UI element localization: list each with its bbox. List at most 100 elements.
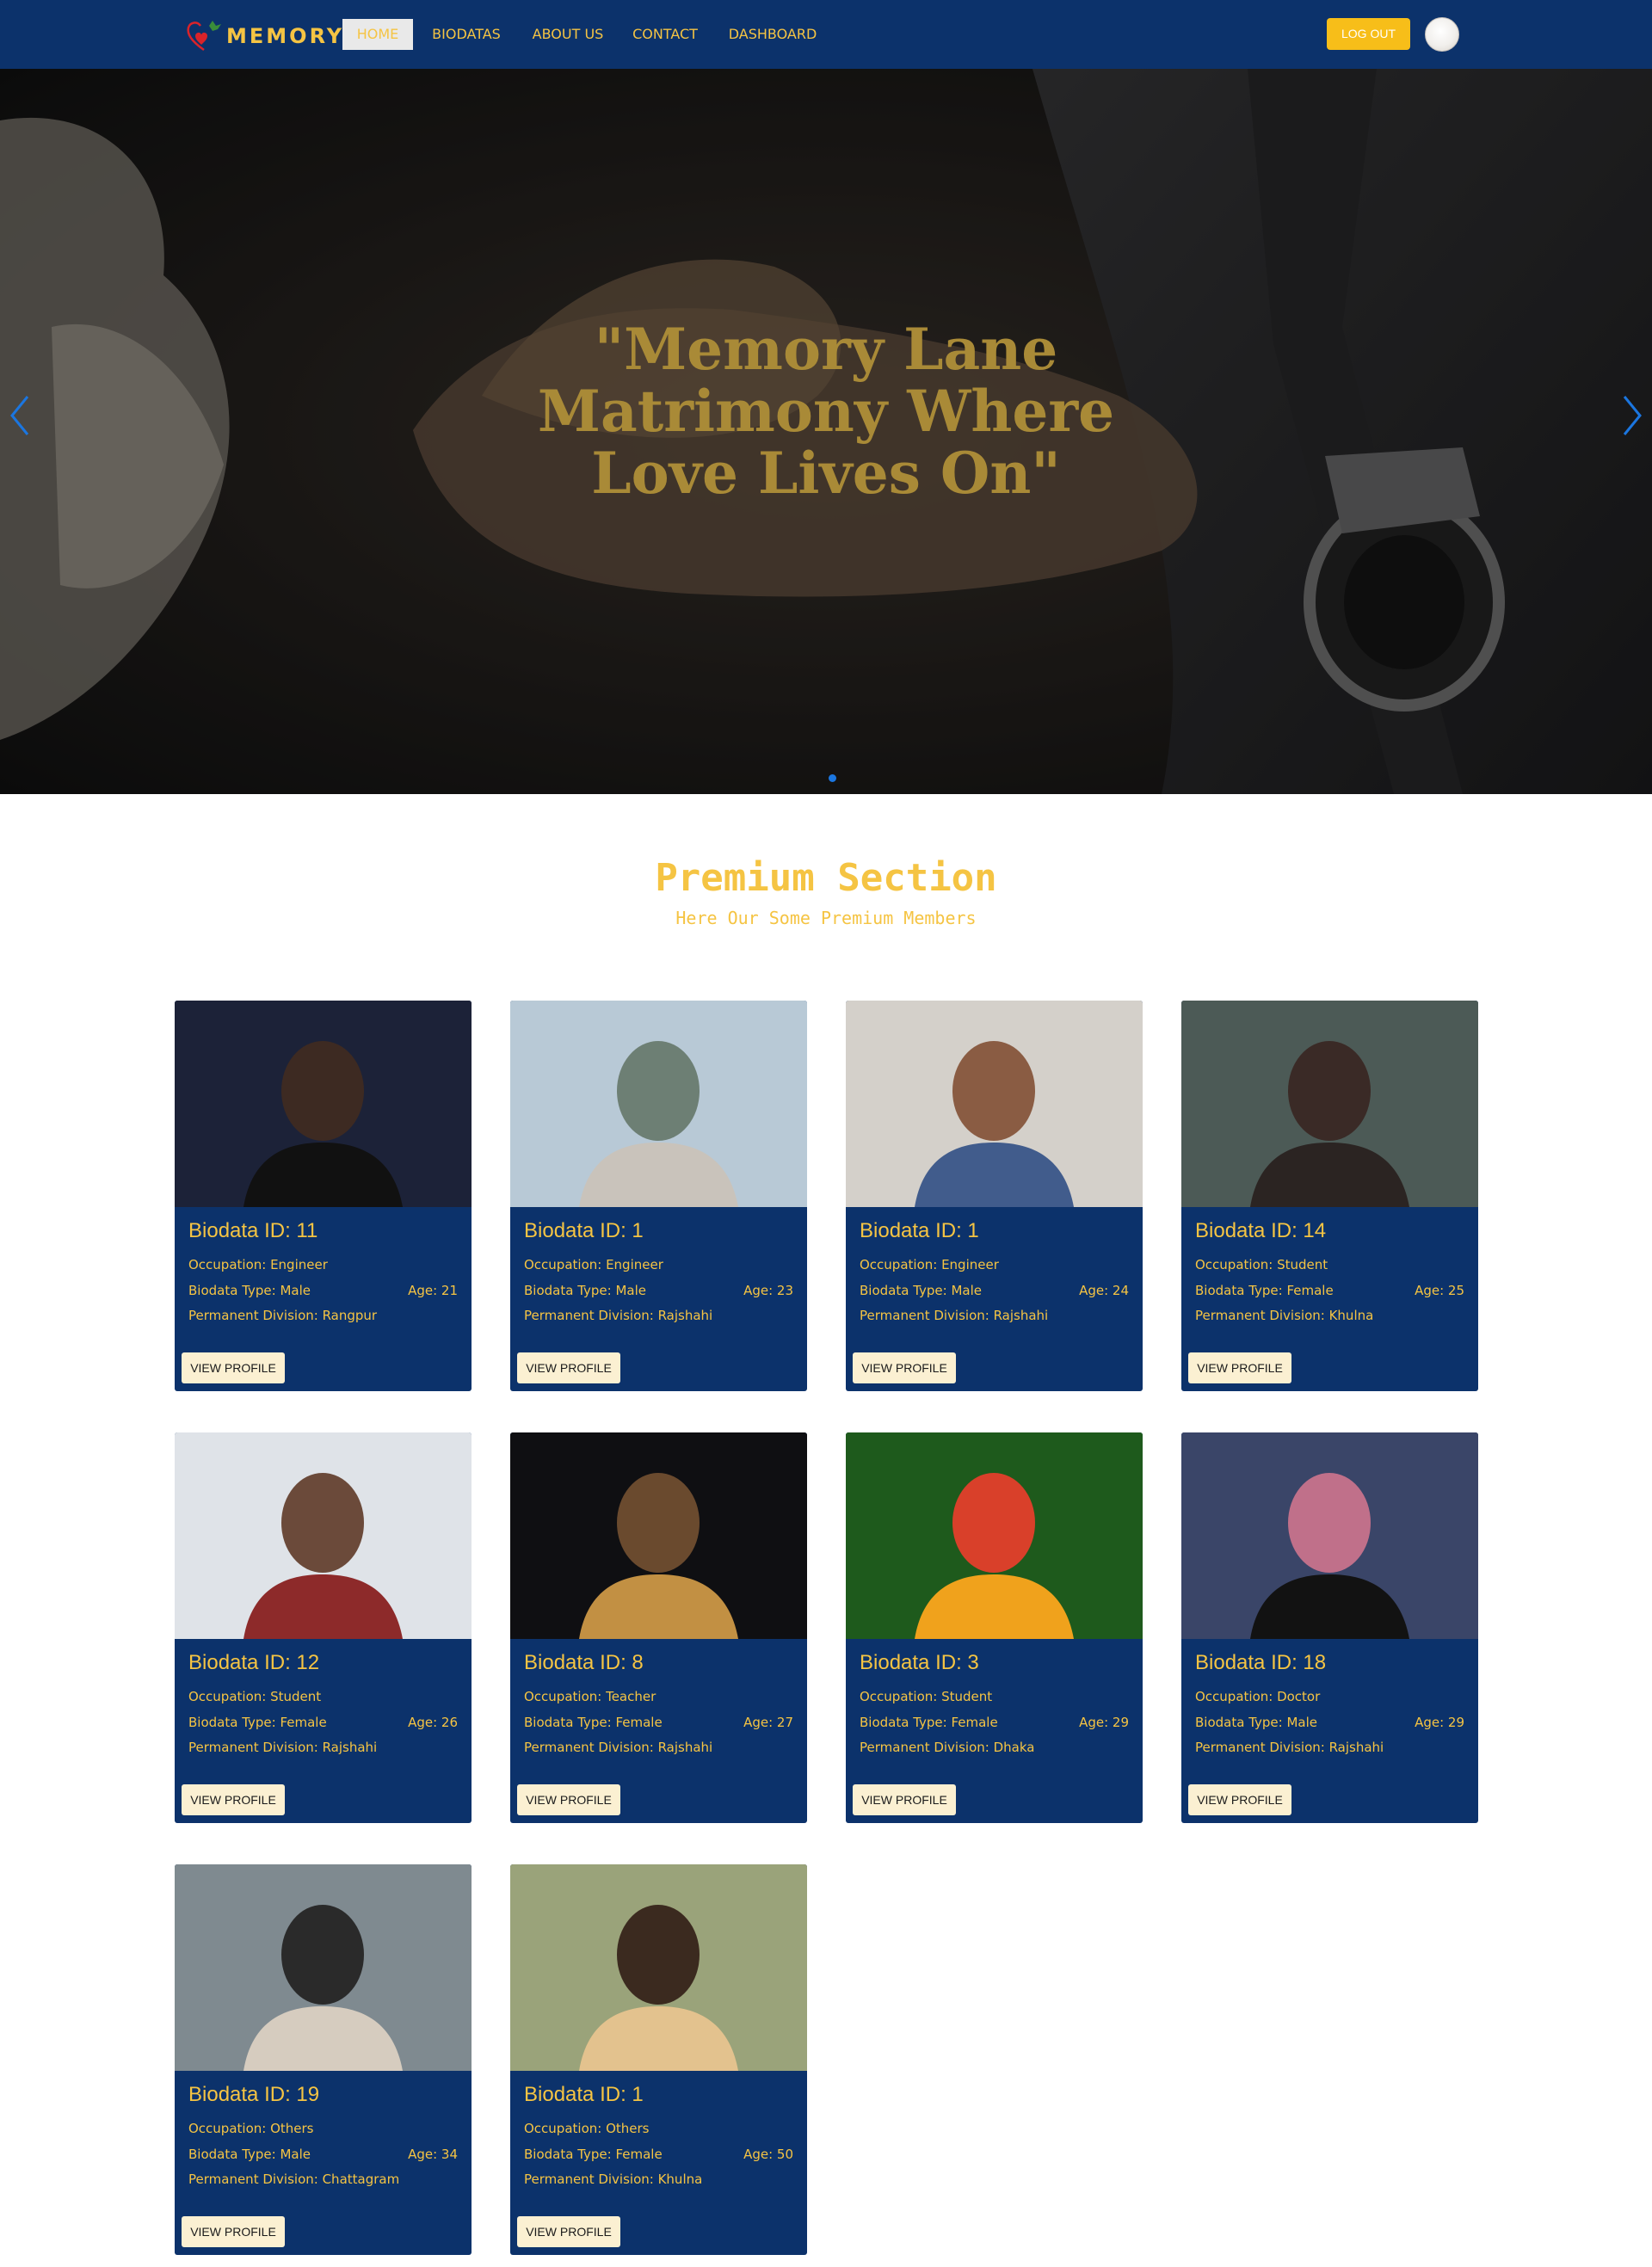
view-profile-button[interactable]: VIEW PROFILE (182, 1784, 285, 1815)
member-occupation: Occupation: Engineer (188, 1257, 328, 1272)
member-card: Biodata ID: 18 Occupation: Doctor Biodata … (1181, 1432, 1478, 1823)
biodata-id: Biodata ID: 18 (1195, 1651, 1327, 1674)
member-age: Age: 25 (1415, 1283, 1464, 1298)
member-photo (510, 1001, 807, 1207)
member-age: Age: 50 (743, 2147, 793, 2162)
member-occupation: Occupation: Teacher (524, 1689, 656, 1704)
member-card: Biodata ID: 12 Occupation: Student Biodata… (175, 1432, 472, 1823)
biodata-id: Biodata ID: 8 (524, 1651, 644, 1674)
chevron-left-icon (10, 396, 29, 435)
hero-carousel: "Memory Lane Matrimony Where Love Lives … (0, 69, 1652, 794)
biodata-id: Biodata ID: 12 (188, 1651, 320, 1674)
member-biodata-type: Biodata Type: Female (860, 1715, 998, 1730)
carousel-prev-button[interactable] (7, 391, 33, 440)
member-age: Age: 34 (408, 2147, 458, 2162)
member-photo (510, 1432, 807, 1639)
member-card: Biodata ID: 3 Occupation: Student Biodata … (846, 1432, 1143, 1823)
hero-tagline: "Memory Lane Matrimony Where Love Lives … (537, 316, 1115, 507)
member-occupation: Occupation: Doctor (1195, 1689, 1321, 1704)
biodata-id: Biodata ID: 1 (524, 1219, 644, 1242)
member-division: Permanent Division: Rajshahi (524, 1740, 713, 1755)
brand-logo[interactable]: MEMORY (183, 15, 342, 57)
member-biodata-type: Biodata Type: Male (188, 2147, 311, 2162)
member-age: Age: 29 (1415, 1715, 1464, 1730)
member-biodata-type: Biodata Type: Female (188, 1715, 327, 1730)
member-occupation: Occupation: Student (188, 1689, 322, 1704)
member-card: Biodata ID: 11 Occupation: Engineer Biodat… (175, 1001, 472, 1391)
member-age: Age: 27 (743, 1715, 793, 1730)
nav-home[interactable]: HOME (342, 19, 413, 50)
member-biodata-type: Biodata Type: Male (524, 1283, 646, 1298)
brand-name: MEMORY (226, 24, 345, 48)
member-division: Permanent Division: Rangpur (188, 1308, 378, 1323)
member-photo (175, 1864, 472, 2071)
member-division: Permanent Division: Dhaka (860, 1740, 1035, 1755)
member-photo (175, 1432, 472, 1639)
member-division: Permanent Division: Rajshahi (860, 1308, 1049, 1323)
member-occupation: Occupation: Others (524, 2121, 650, 2136)
view-profile-button[interactable]: VIEW PROFILE (853, 1784, 956, 1815)
heart-logo-icon (187, 21, 221, 52)
member-biodata-type: Biodata Type: Female (524, 2147, 663, 2162)
member-division: Permanent Division: Khulna (1195, 1308, 1374, 1323)
biodata-id: Biodata ID: 3 (860, 1651, 979, 1674)
premium-section-subtitle: Here Our Some Premium Members (675, 908, 977, 928)
member-biodata-type: Biodata Type: Female (1195, 1283, 1334, 1298)
view-profile-button[interactable]: VIEW PROFILE (517, 2216, 620, 2247)
member-photo (1181, 1432, 1478, 1639)
biodata-id: Biodata ID: 19 (188, 2083, 320, 2106)
member-photo (510, 1864, 807, 2071)
member-photo (846, 1432, 1143, 1639)
nav-biodatas[interactable]: BIODATAS (425, 19, 508, 50)
member-card: Biodata ID: 19 Occupation: Others Biodata … (175, 1864, 472, 2255)
user-avatar-icon[interactable] (1425, 17, 1459, 52)
member-occupation: Occupation: Student (860, 1689, 993, 1704)
member-biodata-type: Biodata Type: Male (188, 1283, 311, 1298)
member-division: Permanent Division: Rajshahi (188, 1740, 378, 1755)
member-biodata-type: Biodata Type: Female (524, 1715, 663, 1730)
biodata-id: Biodata ID: 11 (188, 1219, 318, 1242)
member-age: Age: 24 (1079, 1283, 1129, 1298)
member-card: Biodata ID: 14 Occupation: Student Biodata… (1181, 1001, 1478, 1391)
member-division: Permanent Division: Rajshahi (524, 1308, 713, 1323)
member-photo (175, 1001, 472, 1207)
view-profile-button[interactable]: VIEW PROFILE (1188, 1784, 1291, 1815)
member-photo (1181, 1001, 1478, 1207)
member-division: Permanent Division: Chattagram (188, 2172, 400, 2187)
member-occupation: Occupation: Student (1195, 1257, 1328, 1272)
carousel-indicator[interactable] (829, 774, 836, 782)
member-photo (846, 1001, 1143, 1207)
premium-section-title: Premium Section (655, 856, 997, 900)
carousel-next-button[interactable] (1619, 391, 1645, 440)
member-occupation: Occupation: Engineer (860, 1257, 999, 1272)
member-card: Biodata ID: 1 Occupation: Others Biodata T… (510, 1864, 807, 2255)
logout-button[interactable]: LOG OUT (1327, 18, 1410, 50)
view-profile-button[interactable]: VIEW PROFILE (517, 1352, 620, 1383)
member-division: Permanent Division: Khulna (524, 2172, 703, 2187)
member-age: Age: 23 (743, 1283, 793, 1298)
biodata-id: Biodata ID: 1 (524, 2083, 644, 2106)
member-age: Age: 21 (408, 1283, 458, 1298)
member-occupation: Occupation: Engineer (524, 1257, 663, 1272)
top-navbar: MEMORY HOME BIODATAS ABOUT US CONTACT DA… (0, 0, 1652, 69)
member-age: Age: 26 (408, 1715, 458, 1730)
view-profile-button[interactable]: VIEW PROFILE (182, 2216, 285, 2247)
member-age: Age: 29 (1079, 1715, 1129, 1730)
member-occupation: Occupation: Others (188, 2121, 314, 2136)
view-profile-button[interactable]: VIEW PROFILE (1188, 1352, 1291, 1383)
biodata-id: Biodata ID: 1 (860, 1219, 979, 1242)
chevron-right-icon (1623, 396, 1642, 435)
member-division: Permanent Division: Rajshahi (1195, 1740, 1384, 1755)
member-card: Biodata ID: 8 Occupation: Teacher Biodata … (510, 1432, 807, 1823)
nav-about-us[interactable]: ABOUT US (529, 19, 607, 50)
nav-contact[interactable]: CONTACT (630, 19, 700, 50)
member-biodata-type: Biodata Type: Male (1195, 1715, 1317, 1730)
member-card: Biodata ID: 1 Occupation: Engineer Biodata… (510, 1001, 807, 1391)
view-profile-button[interactable]: VIEW PROFILE (182, 1352, 285, 1383)
member-card: Biodata ID: 1 Occupation: Engineer Biodata… (846, 1001, 1143, 1391)
view-profile-button[interactable]: VIEW PROFILE (517, 1784, 620, 1815)
view-profile-button[interactable]: VIEW PROFILE (853, 1352, 956, 1383)
biodata-id: Biodata ID: 14 (1195, 1219, 1327, 1242)
member-biodata-type: Biodata Type: Male (860, 1283, 982, 1298)
nav-dashboard[interactable]: DASHBOARD (725, 19, 820, 50)
